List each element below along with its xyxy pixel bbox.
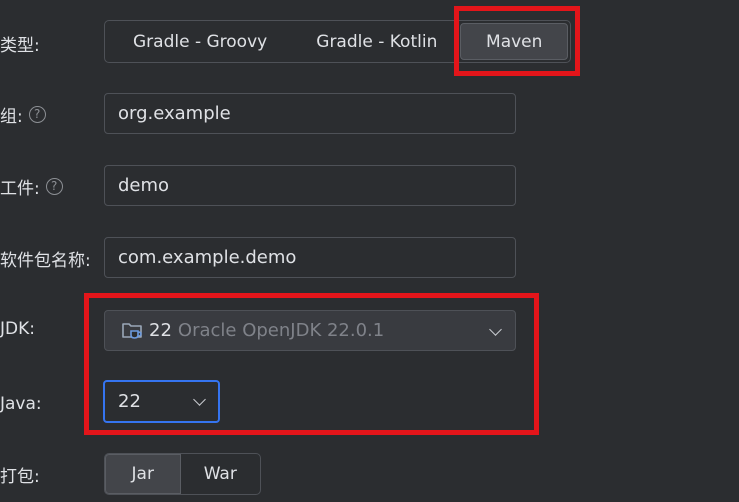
artifact-value: demo — [118, 175, 170, 196]
group-label: 组: ? — [0, 102, 46, 127]
jdk-label: JDK: — [0, 319, 35, 339]
package-label: 软件包名称: — [0, 250, 91, 271]
option-jar[interactable]: Jar — [105, 454, 181, 494]
type-label: 类型: — [0, 35, 40, 56]
option-gradle-groovy[interactable]: Gradle - Groovy — [107, 23, 293, 60]
jdk-vendor: Oracle OpenJDK 22.0.1 — [177, 320, 385, 341]
folder-coffee-icon — [122, 322, 142, 339]
packaging-segmented: Jar War — [104, 453, 261, 495]
java-version-combobox[interactable]: 22 — [103, 380, 220, 423]
artifact-field[interactable]: demo — [104, 165, 516, 206]
package-name-field[interactable]: com.example.demo — [104, 237, 516, 278]
group-value: org.example — [118, 103, 231, 124]
artifact-label: 工件: ? — [0, 174, 63, 199]
option-war[interactable]: War — [181, 454, 260, 494]
packaging-label: 打包: — [0, 466, 40, 487]
question-circle-icon[interactable]: ? — [28, 105, 46, 123]
option-gradle-kotlin[interactable]: Gradle - Kotlin — [293, 23, 460, 60]
jdk-combobox[interactable]: 22 Oracle OpenJDK 22.0.1 — [104, 310, 516, 351]
java-label: Java: — [0, 394, 42, 414]
option-maven[interactable]: Maven — [460, 23, 568, 60]
jdk-version: 22 — [149, 320, 172, 341]
group-field[interactable]: org.example — [104, 93, 516, 134]
chevron-down-icon — [193, 393, 206, 406]
java-version-value: 22 — [118, 391, 141, 412]
question-circle-icon[interactable]: ? — [45, 177, 63, 195]
build-system-segmented: Gradle - Groovy Gradle - Kotlin Maven — [104, 20, 571, 63]
chevron-down-icon — [489, 323, 502, 336]
package-value: com.example.demo — [118, 247, 297, 268]
